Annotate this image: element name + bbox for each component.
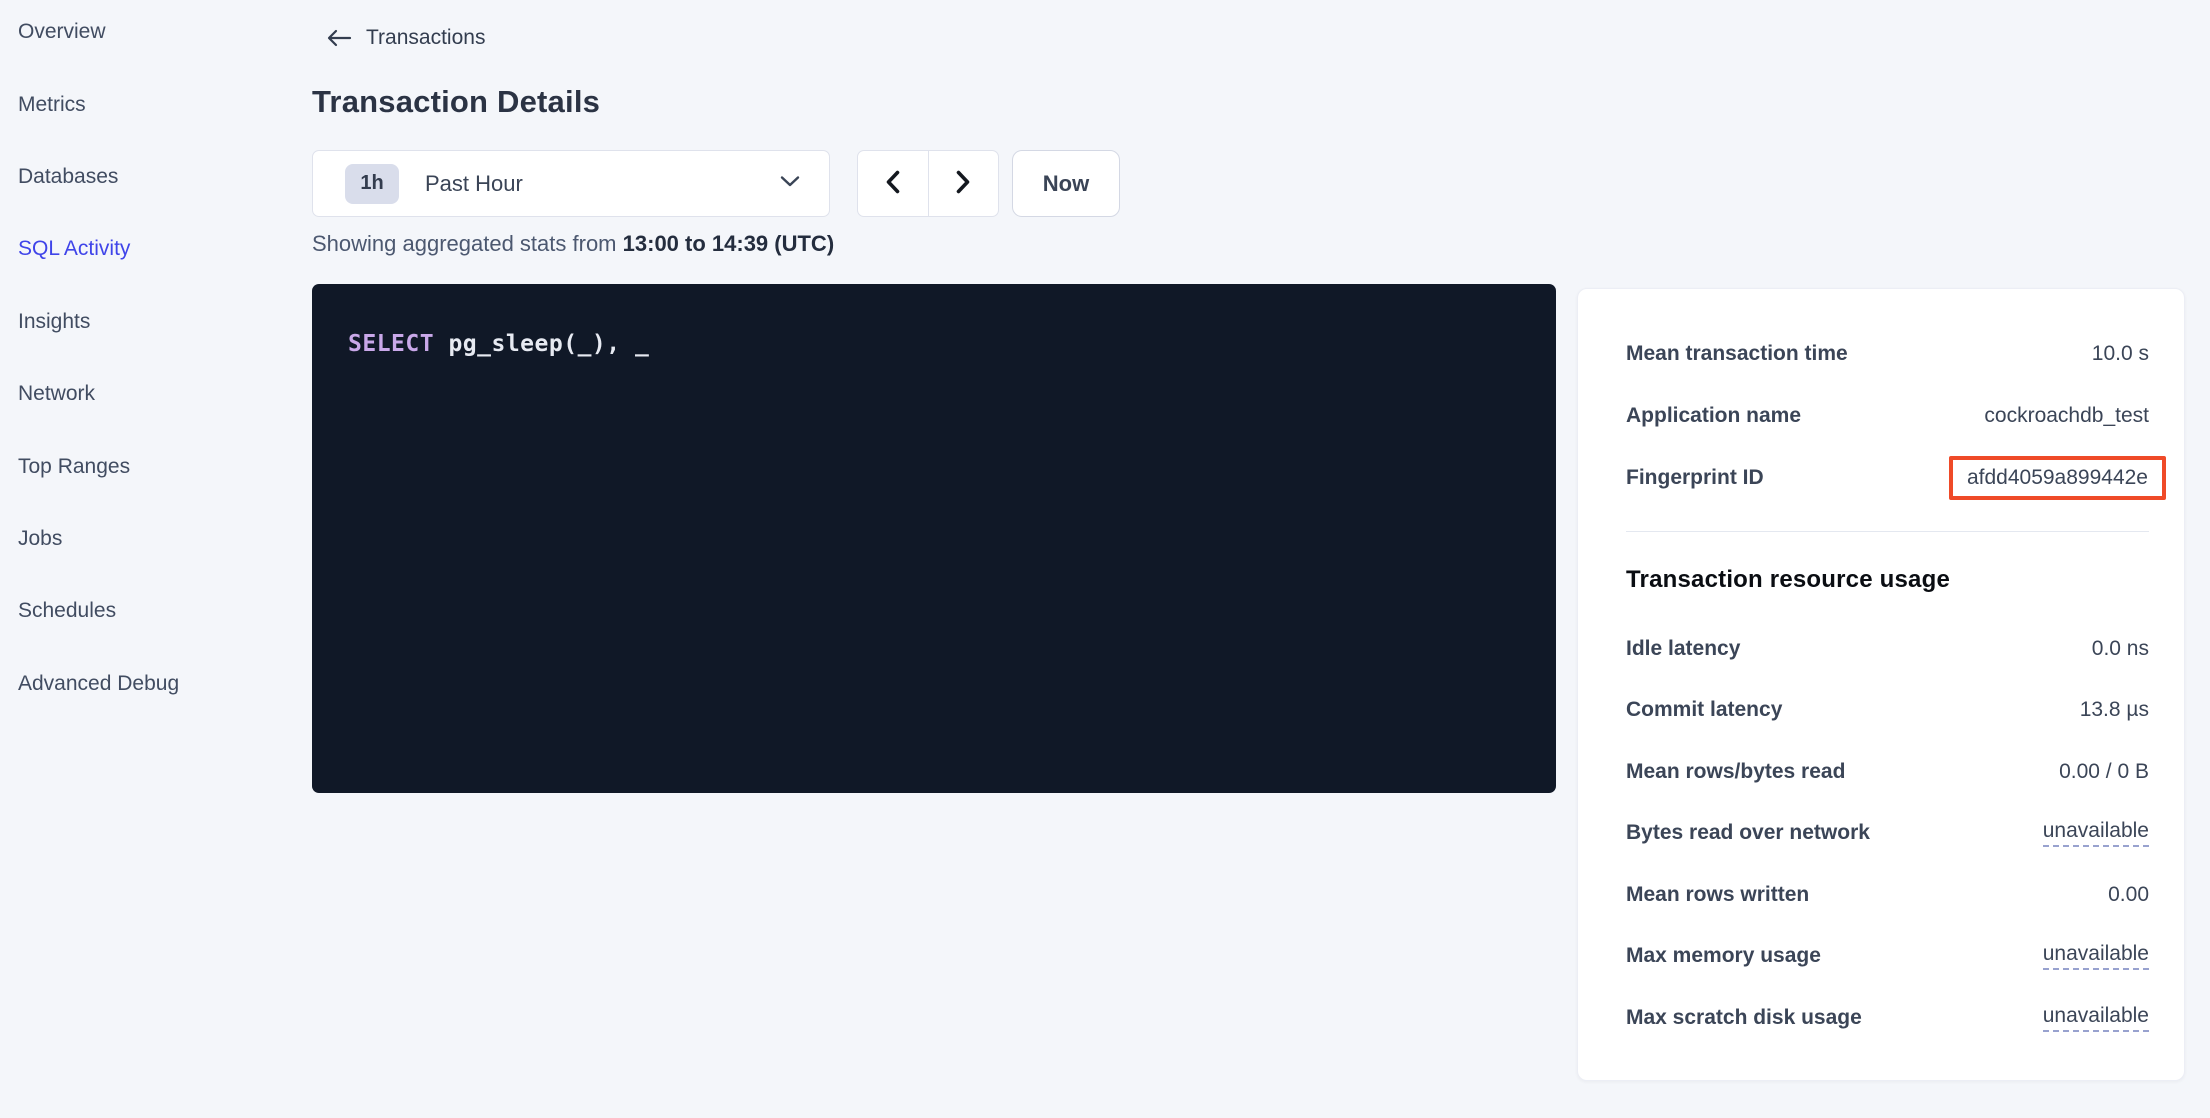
row-value: 0.00 / 0 B <box>2059 760 2149 784</box>
unavailable-tooltip-trigger[interactable]: unavailable <box>2043 942 2149 970</box>
row-mean-rows-bytes-read: Mean rows/bytes read 0.00 / 0 B <box>1626 741 2149 803</box>
sidebar-item-metrics[interactable]: Metrics <box>0 68 284 140</box>
row-idle-latency: Idle latency 0.0 ns <box>1626 618 2149 680</box>
unavailable-tooltip-trigger[interactable]: unavailable <box>2043 819 2149 847</box>
row-value: 10.0 s <box>2092 342 2149 366</box>
sidebar-item-network[interactable]: Network <box>0 358 284 430</box>
sidebar-item-sql-activity[interactable]: SQL Activity <box>0 213 284 285</box>
sidebar-item-top-ranges[interactable]: Top Ranges <box>0 430 284 502</box>
page-title: Transaction Details <box>312 84 600 120</box>
chevron-left-icon <box>883 169 903 198</box>
row-mean-transaction-time: Mean transaction time 10.0 s <box>1626 323 2149 385</box>
sidebar-item-schedules[interactable]: Schedules <box>0 575 284 647</box>
row-value: 0.00 <box>2108 883 2149 907</box>
sidebar-item-jobs[interactable]: Jobs <box>0 503 284 575</box>
row-value: 13.8 µs <box>2080 698 2149 722</box>
fingerprint-id-value: afdd4059a899442e <box>1967 466 2148 489</box>
transaction-details-card: Mean transaction time 10.0 s Application… <box>1577 288 2185 1081</box>
time-range-badge: 1h <box>345 164 399 204</box>
time-range-pager <box>857 150 999 217</box>
sidebar-item-insights[interactable]: Insights <box>0 286 284 358</box>
row-value: cockroachdb_test <box>1984 404 2149 428</box>
aggregated-stats-caption: Showing aggregated stats from 13:00 to 1… <box>312 231 834 257</box>
row-label: Commit latency <box>1626 698 1782 722</box>
sidebar-item-databases[interactable]: Databases <box>0 141 284 213</box>
row-label: Mean rows written <box>1626 883 1809 907</box>
sql-keyword: SELECT <box>348 331 434 357</box>
row-label: Application name <box>1626 404 1801 428</box>
sql-statement-box: SELECT pg_sleep(_), _ <box>312 284 1556 793</box>
row-label: Max memory usage <box>1626 944 1821 968</box>
row-value: 0.0 ns <box>2092 637 2149 661</box>
card-divider <box>1626 531 2149 532</box>
row-label: Max scratch disk usage <box>1626 1006 1862 1030</box>
sql-statement-text: pg_sleep(_), _ <box>434 331 649 357</box>
row-max-memory-usage: Max memory usage unavailable <box>1626 926 2149 988</box>
row-bytes-read-over-network: Bytes read over network unavailable <box>1626 803 2149 865</box>
row-label: Fingerprint ID <box>1626 466 1764 490</box>
row-label: Bytes read over network <box>1626 821 1870 845</box>
row-label: Mean rows/bytes read <box>1626 760 1845 784</box>
time-range-value: Past Hour <box>425 171 779 197</box>
row-label: Mean transaction time <box>1626 342 1848 366</box>
chevron-right-icon <box>953 169 973 198</box>
row-commit-latency: Commit latency 13.8 µs <box>1626 680 2149 742</box>
row-fingerprint-id: Fingerprint ID afdd4059a899442e <box>1626 447 2149 509</box>
time-range-select[interactable]: 1h Past Hour <box>312 150 830 217</box>
row-application-name: Application name cockroachdb_test <box>1626 385 2149 447</box>
sidebar-item-overview[interactable]: Overview <box>0 0 284 68</box>
resource-usage-title: Transaction resource usage <box>1626 566 2149 596</box>
breadcrumb[interactable]: Transactions <box>326 26 485 50</box>
breadcrumb-label[interactable]: Transactions <box>366 26 485 50</box>
sidebar-item-advanced-debug[interactable]: Advanced Debug <box>0 648 284 720</box>
prev-time-button[interactable] <box>858 151 929 216</box>
stats-time-range: 13:00 to 14:39 (UTC) <box>623 231 835 256</box>
sidebar: Overview Metrics Databases SQL Activity … <box>0 0 284 720</box>
now-button[interactable]: Now <box>1012 150 1120 217</box>
back-arrow-icon[interactable] <box>326 28 352 48</box>
row-mean-rows-written: Mean rows written 0.00 <box>1626 864 2149 926</box>
row-max-scratch-disk-usage: Max scratch disk usage unavailable <box>1626 987 2149 1049</box>
summary-rows: Mean transaction time 10.0 s Application… <box>1626 289 2149 509</box>
fingerprint-id-highlight: afdd4059a899442e <box>1949 456 2166 500</box>
resource-usage-rows: Idle latency 0.0 ns Commit latency 13.8 … <box>1626 596 2149 1049</box>
row-label: Idle latency <box>1626 637 1740 661</box>
chevron-down-icon <box>779 174 801 193</box>
unavailable-tooltip-trigger[interactable]: unavailable <box>2043 1004 2149 1032</box>
next-time-button[interactable] <box>929 151 999 216</box>
